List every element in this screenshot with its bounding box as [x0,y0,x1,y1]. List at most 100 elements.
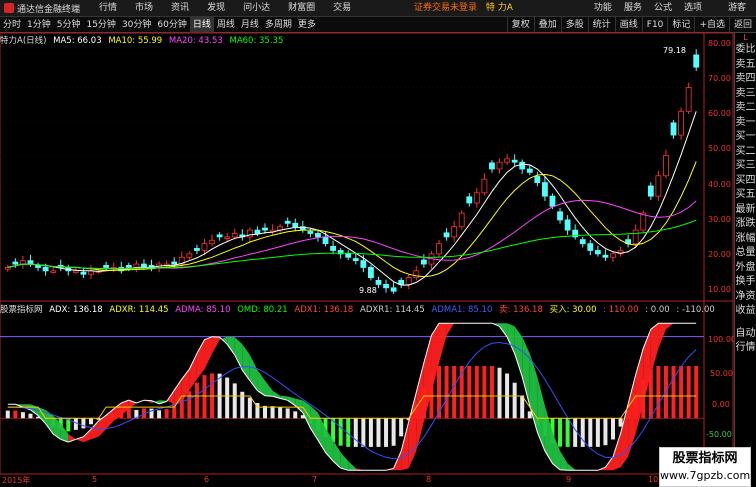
side-tab-change[interactable]: 涨跌 [735,217,756,232]
side-tab-quotes[interactable]: 行情 [735,341,756,356]
price-axis-50: 50.00 [708,144,731,153]
side-tab-latest[interactable]: 最新 [735,203,756,218]
indicator-name[interactable]: 股票指标网 [0,305,43,315]
histogram-bar [376,418,381,447]
histogram-bar [384,418,389,447]
candle-body [436,243,442,255]
histogram-bar [558,418,563,447]
sell-label: 卖: 136.18 [499,305,543,315]
side-tab-buy4[interactable]: 买四 [735,174,756,189]
candle-body [345,253,352,258]
candle-body [496,161,503,170]
candle-body [640,212,647,231]
ribbon-segment [408,392,417,469]
candle-body [504,158,510,163]
histogram-bar [497,367,502,419]
side-tab-eps[interactable]: 收益 [735,304,756,319]
value1-label: : 110.00 [603,305,639,315]
histogram-bar [89,418,93,425]
candle-body [405,277,412,285]
candle-body [511,159,518,163]
histogram-bar [452,365,457,419]
candle-body [12,261,19,265]
candle-body [4,267,11,270]
high-price-annotation: 79.18 [663,46,686,55]
ind-axis-0: 0.00 [712,400,730,409]
candle-body [685,87,692,112]
adma1-line [7,341,697,460]
histogram-bar [338,418,343,446]
candle-body [103,265,110,268]
side-tab-weibi[interactable]: 委比 [735,43,756,58]
histogram-bar [611,418,615,440]
side-tab-change-pct[interactable]: 涨幅 [735,232,756,247]
candle-body [663,155,669,177]
x-label-6: 6 [204,475,210,484]
candle-body [35,265,41,268]
ma20-label: MA20: 43.53 [168,36,223,46]
candle-body [322,236,329,245]
histogram-bar [202,375,207,419]
candle-body [330,245,336,251]
candle-body [315,233,321,238]
candle-body [579,239,586,245]
candle-body [375,279,382,285]
candle-body [352,258,359,262]
histogram-bar [194,382,199,419]
candle-body [383,284,389,289]
side-tab-buy3[interactable]: 买三 [735,159,756,174]
candle-body [201,243,208,251]
side-tab-outer[interactable]: 外盘 [735,261,756,276]
buy-label: 买入: 30.00 [549,305,597,315]
watermark-line2: www.7gpzb.com [660,469,751,482]
histogram-bar [187,391,192,419]
histogram-bar [270,406,275,419]
corner-badge: L [743,33,748,42]
candle-body [451,226,458,238]
adma-label: ADMA: 85.10 [175,305,231,315]
side-tab-buy5[interactable]: 买五 [735,188,756,203]
site-watermark: 股票指标网 www.7gpzb.com [659,447,751,487]
candle-body [42,267,49,272]
candle-body [473,192,480,204]
ribbon-segment [212,336,220,354]
ma5-label: MA5: 66.03 [53,36,102,46]
ribbon-segment [567,463,576,471]
histogram-bar [28,413,33,419]
x-label-8: 8 [426,475,432,484]
candle-body [632,229,639,245]
side-tab-netasset[interactable]: 净资 [735,290,756,305]
histogram-bar [565,418,570,447]
side-tab-sell3[interactable]: 卖三 [735,87,756,102]
candle-body [678,110,684,136]
candle-body [655,175,662,197]
histogram-bar [353,418,358,447]
histogram-bar [694,365,699,419]
side-tab-buy1[interactable]: 买一 [735,130,756,145]
side-tab-auto[interactable]: 自动 [735,327,756,342]
side-tab-sell4[interactable]: 卖四 [735,72,756,87]
candle-body [420,259,427,265]
side-tab-volume[interactable]: 总量 [735,246,756,261]
histogram-bar [444,365,449,419]
side-spacer [735,319,756,327]
candle-body [557,211,563,221]
candle-body [80,271,87,275]
candle-body [549,195,556,207]
candle-body [262,227,268,231]
price-axis-30: 30.00 [708,215,731,224]
side-tab-turnover[interactable]: 换手 [735,275,756,290]
side-tab-sell1[interactable]: 卖一 [735,116,756,131]
side-tab-buy2[interactable]: 买二 [735,145,756,160]
ma10-label: MA10: 55.99 [108,36,163,46]
side-tab-sell5[interactable]: 卖五 [735,58,756,73]
side-tab-sell2[interactable]: 卖二 [735,101,756,116]
candle-body [125,265,132,268]
chart-canvas[interactable] [0,0,756,487]
candle-body [186,253,193,258]
candle-body [171,261,178,265]
candle-body [20,260,26,265]
ribbon-segment [204,336,213,370]
ma5-line [7,111,697,286]
histogram-bar [391,418,396,446]
